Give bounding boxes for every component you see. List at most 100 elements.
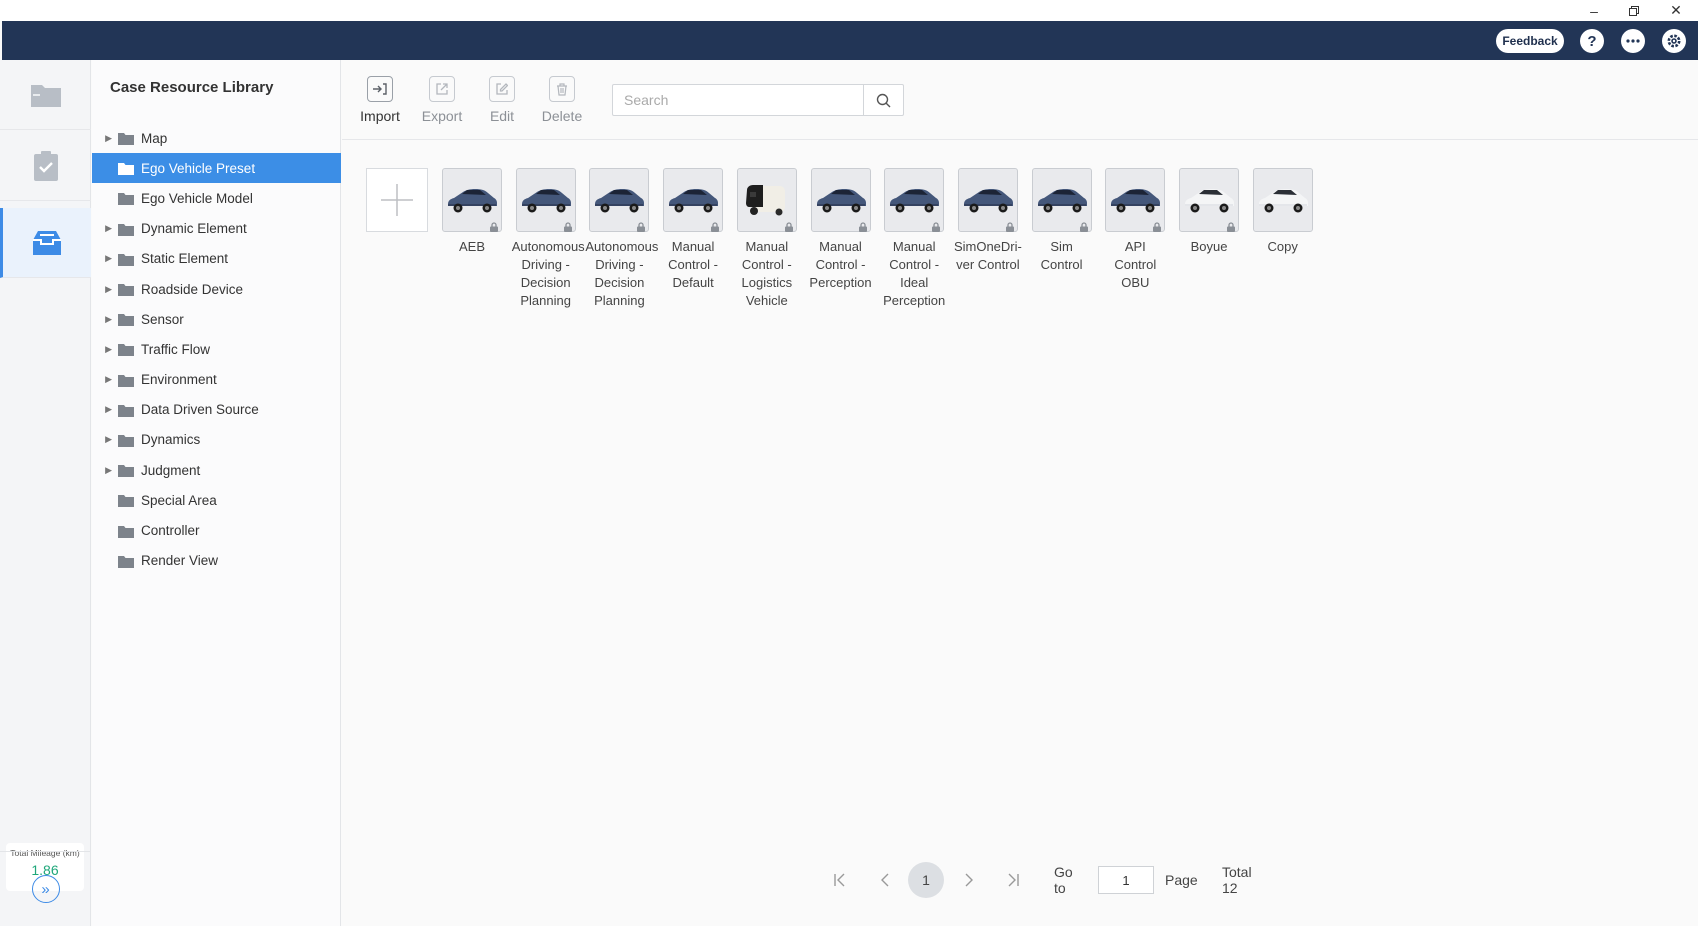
- add-resource-button[interactable]: [366, 168, 428, 232]
- first-page-icon[interactable]: [828, 863, 852, 897]
- restore-icon[interactable]: [1614, 0, 1654, 21]
- card-label-line: API: [1124, 239, 1146, 254]
- last-page-icon[interactable]: [1001, 863, 1025, 897]
- resource-card[interactable]: Manual Control - Ideal Perception: [880, 168, 948, 310]
- resource-card-label: Copy: [1249, 238, 1317, 256]
- resource-card[interactable]: Manual Control - Logistics Vehicle: [733, 168, 801, 310]
- tree-item[interactable]: ▶ Traffic Flow: [92, 334, 341, 364]
- next-page-icon[interactable]: [957, 863, 981, 897]
- tree-title: Case Resource Library: [110, 79, 274, 96]
- tree-item[interactable]: ▶ Judgment: [92, 455, 341, 485]
- main-content: Import Export Edit Delete Search AEB Aut…: [342, 60, 1698, 926]
- card-label-line: Decision: [520, 275, 571, 290]
- lock-icon: [1226, 219, 1236, 232]
- resource-card[interactable]: Boyue: [1175, 168, 1243, 256]
- caret-right-icon[interactable]: ▶: [92, 434, 118, 445]
- caret-right-icon[interactable]: ▶: [92, 465, 118, 476]
- lock-icon: [931, 219, 941, 232]
- export-label: Export: [421, 108, 463, 124]
- resource-card[interactable]: SimOneDri-ver Control: [954, 168, 1022, 274]
- tree-item-label: Judgment: [141, 462, 201, 478]
- card-label-line: Manual: [671, 239, 715, 254]
- tree-item[interactable]: ▶ Static Element: [92, 244, 341, 274]
- double-chevron-right-icon[interactable]: »: [31, 875, 60, 903]
- tree-item-label: Sensor: [141, 311, 184, 327]
- export-button[interactable]: Export: [412, 76, 472, 124]
- tree-item[interactable]: Render View: [92, 546, 341, 576]
- feedback-button[interactable]: Feedback: [1496, 29, 1564, 53]
- tree-item[interactable]: Controller: [92, 515, 341, 545]
- tree-item-label: Traffic Flow: [141, 341, 211, 357]
- resource-card[interactable]: AEB: [438, 168, 506, 256]
- folder-icon: [118, 525, 134, 538]
- tree-item[interactable]: ▶ Dynamics: [92, 425, 341, 455]
- resource-card[interactable]: Sim Control: [1028, 168, 1096, 274]
- caret-right-icon[interactable]: ▶: [92, 284, 118, 295]
- search-button[interactable]: [863, 85, 903, 115]
- icon-rail: Total Mileage (km) 1.86 »: [0, 60, 91, 926]
- resource-tree-panel: Case Resource Library ▶ Map Ego Vehicle Pr…: [92, 60, 341, 926]
- more-icon[interactable]: [1621, 29, 1645, 53]
- caret-right-icon[interactable]: ▶: [92, 223, 118, 234]
- minimize-icon[interactable]: –: [1574, 0, 1614, 21]
- caret-right-icon[interactable]: ▶: [92, 344, 118, 355]
- rail-item-resources[interactable]: [0, 208, 91, 278]
- folder-icon: [118, 223, 134, 236]
- tree-item[interactable]: ▶ Map: [92, 123, 341, 153]
- caret-right-icon[interactable]: ▶: [92, 374, 118, 385]
- rail-item-cases[interactable]: [0, 60, 91, 130]
- page-label: Page: [1165, 872, 1198, 888]
- close-icon[interactable]: ✕: [1656, 0, 1696, 21]
- card-label-line: Control: [1040, 257, 1083, 272]
- tree-list: ▶ Map Ego Vehicle Preset Ego Vehicle Model ▶…: [92, 123, 341, 576]
- page-1-button[interactable]: 1: [908, 862, 944, 898]
- tree-item[interactable]: ▶ Roadside Device: [92, 274, 341, 304]
- caret-right-icon[interactable]: ▶: [92, 253, 118, 264]
- resource-card-label: Autonomous Driving - Decision Planning: [585, 238, 658, 310]
- resource-card[interactable]: Manual Control - Perception: [807, 168, 875, 292]
- settings-icon[interactable]: [1662, 29, 1686, 53]
- card-label-line: Copy: [1267, 239, 1298, 254]
- resource-card[interactable]: Manual Control - Default: [659, 168, 727, 292]
- card-label-line: ver Control: [956, 257, 1020, 272]
- total-count: Total 12: [1222, 864, 1252, 896]
- card-label-line: Decision: [594, 275, 645, 290]
- resource-card[interactable]: API Control OBU: [1101, 168, 1169, 292]
- lock-icon: [1152, 219, 1162, 232]
- resource-thumbnail: [1105, 168, 1166, 232]
- trash-icon: [549, 76, 575, 102]
- rail-item-tasks[interactable]: [0, 131, 91, 201]
- tree-item[interactable]: ▶ Data Driven Source: [92, 395, 341, 425]
- tree-item[interactable]: ▶ Environment: [92, 365, 341, 395]
- resource-thumbnail: [1252, 168, 1313, 232]
- caret-right-icon[interactable]: ▶: [92, 133, 118, 144]
- folder-icon: [118, 434, 134, 447]
- help-icon[interactable]: ?: [1580, 29, 1604, 53]
- delete-button[interactable]: Delete: [532, 76, 592, 124]
- folder-icon: [118, 313, 134, 327]
- card-label-line: Manual: [892, 239, 936, 254]
- import-button[interactable]: Import: [350, 76, 410, 124]
- tree-item[interactable]: ▶ Dynamic Element: [92, 214, 341, 244]
- resource-card-label: Manual Control - Logistics Vehicle: [733, 238, 801, 310]
- folder-icon: [118, 343, 134, 357]
- tree-item-label: Render View: [141, 553, 219, 569]
- goto-page-input[interactable]: [1098, 866, 1154, 894]
- prev-page-icon[interactable]: [873, 863, 897, 897]
- resource-card[interactable]: Autonomous Driving - Decision Planning: [585, 168, 658, 310]
- tree-item[interactable]: ▶ Sensor: [92, 304, 341, 334]
- tree-item[interactable]: Special Area: [92, 485, 341, 515]
- caret-right-icon[interactable]: ▶: [92, 314, 118, 325]
- card-label-line: Control: [1114, 257, 1157, 272]
- tree-item-label: Special Area: [141, 492, 217, 508]
- resource-card-label: Boyue: [1175, 238, 1243, 256]
- import-icon: [367, 76, 393, 102]
- edit-button[interactable]: Edit: [472, 76, 532, 124]
- resource-card[interactable]: Copy: [1249, 168, 1317, 256]
- folder-icon: [118, 132, 134, 146]
- resource-card[interactable]: Autonomous Driving - Decision Planning: [512, 168, 585, 310]
- caret-right-icon[interactable]: ▶: [92, 404, 118, 415]
- tree-item[interactable]: Ego Vehicle Preset: [92, 153, 341, 184]
- tree-item[interactable]: Ego Vehicle Model: [92, 183, 341, 213]
- search-input[interactable]: [613, 85, 865, 115]
